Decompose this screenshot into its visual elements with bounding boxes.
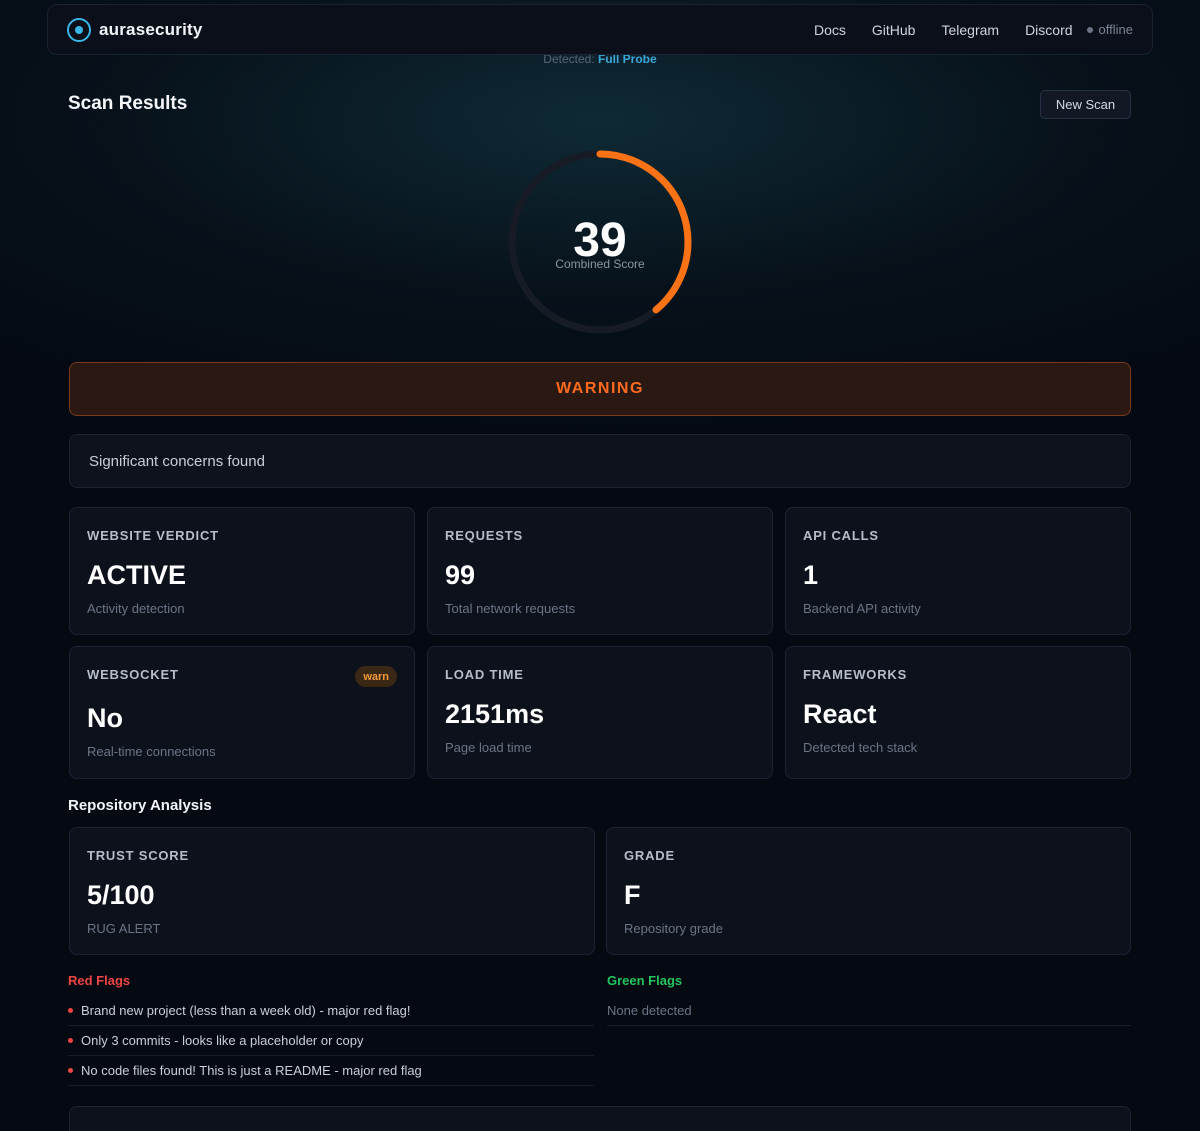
trust-score-sub: RUG ALERT xyxy=(87,921,161,936)
red-bullet-icon xyxy=(68,1068,73,1073)
verdict-summary: Significant concerns found xyxy=(69,434,1131,488)
metric-card-frameworks: FRAMEWORKS React Detected tech stack xyxy=(785,646,1131,779)
top-navbar: aurasecurity Docs GitHub Telegram Discor… xyxy=(47,4,1153,55)
brand-name: aurasecurity xyxy=(99,19,203,39)
metric-sub: Activity detection xyxy=(87,601,185,616)
verdict-banner: WARNING xyxy=(69,362,1131,416)
metric-sub: Page load time xyxy=(445,740,532,755)
trust-score-label: TRUST SCORE xyxy=(87,848,189,863)
connection-status-text: offline xyxy=(1098,22,1133,37)
nav-discord-link[interactable]: Discord xyxy=(1025,22,1072,38)
metric-card-website-verdict: WEBSITE VERDICT ACTIVE Activity detectio… xyxy=(69,507,415,635)
red-flag-text: No code files found! This is just a READ… xyxy=(81,1063,422,1078)
red-flags-list: Brand new project (less than a week old)… xyxy=(68,996,594,1086)
nav-github-link[interactable]: GitHub xyxy=(872,22,916,38)
metric-label: FRAMEWORKS xyxy=(803,667,908,682)
metric-sub: Real-time connections xyxy=(87,744,216,759)
trust-score-card: TRUST SCORE 5/100 RUG ALERT xyxy=(69,827,595,955)
metric-label: LOAD TIME xyxy=(445,667,524,682)
status-dot-icon xyxy=(1086,26,1093,33)
grade-label: GRADE xyxy=(624,848,675,863)
metric-value: 1 xyxy=(803,560,819,590)
repository-analysis-title: Repository Analysis xyxy=(68,797,212,814)
brand[interactable]: aurasecurity xyxy=(67,17,203,42)
metric-value: React xyxy=(803,699,877,729)
metric-card-websocket: WEBSOCKET warn No Real-time connections xyxy=(69,646,415,779)
new-scan-button[interactable]: New Scan xyxy=(1040,90,1131,119)
metric-sub: Backend API activity xyxy=(803,601,921,616)
red-flag-text: Brand new project (less than a week old)… xyxy=(81,1003,411,1018)
red-flags-title: Red Flags xyxy=(68,973,131,988)
metric-value: 2151ms xyxy=(445,699,545,729)
red-bullet-icon xyxy=(68,1008,73,1013)
metric-label: WEBSOCKET xyxy=(87,667,179,682)
metric-label: REQUESTS xyxy=(445,528,523,543)
grade-sub: Repository grade xyxy=(624,921,723,936)
connection-status: offline xyxy=(1086,22,1133,37)
trust-score-value: 5/100 xyxy=(87,880,155,910)
warn-badge: warn xyxy=(355,666,397,687)
metric-value: 99 xyxy=(445,560,476,590)
red-flag-item: Only 3 commits - looks like a placeholde… xyxy=(68,1026,594,1056)
metric-value: ACTIVE xyxy=(87,560,187,590)
metric-sub: Detected tech stack xyxy=(803,740,918,755)
nav-links: Docs GitHub Telegram Discord offline xyxy=(814,22,1133,38)
red-flag-item: Brand new project (less than a week old)… xyxy=(68,996,594,1026)
metric-label: API CALLS xyxy=(803,528,879,543)
metric-sub: Total network requests xyxy=(445,601,576,616)
nav-telegram-link[interactable]: Telegram xyxy=(941,22,999,38)
green-flags-title: Green Flags xyxy=(607,973,683,988)
metric-label: WEBSITE VERDICT xyxy=(87,528,219,543)
page-title: Scan Results xyxy=(68,93,188,114)
grade-value: F xyxy=(624,880,641,910)
grade-card: GRADE F Repository grade xyxy=(606,827,1131,955)
nav-docs-link[interactable]: Docs xyxy=(814,22,846,38)
target-logo-icon xyxy=(67,17,91,42)
red-flag-item: No code files found! This is just a READ… xyxy=(68,1056,594,1086)
metric-value: No xyxy=(87,703,123,733)
metric-card-load-time: LOAD TIME 2151ms Page load time xyxy=(427,646,773,779)
metric-card-api-calls: API CALLS 1 Backend API activity xyxy=(785,507,1131,635)
full-probe-card xyxy=(69,1106,1131,1131)
red-bullet-icon xyxy=(68,1038,73,1043)
green-flags-empty: None detected xyxy=(607,996,1131,1026)
red-flag-text: Only 3 commits - looks like a placeholde… xyxy=(81,1033,364,1048)
metric-card-requests: REQUESTS 99 Total network requests xyxy=(427,507,773,635)
combined-score-label: Combined Score xyxy=(555,257,645,271)
